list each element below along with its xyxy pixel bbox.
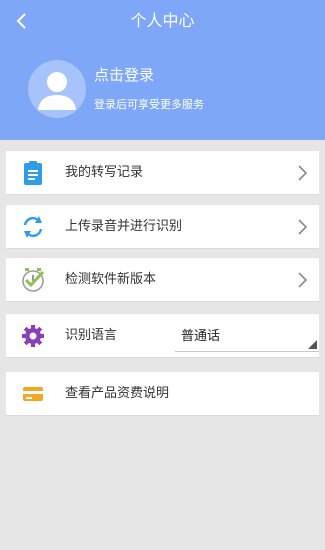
menu-item-records[interactable]: 我的转写记录 (6, 151, 319, 195)
user-avatar-icon[interactable] (28, 60, 86, 118)
login-link[interactable]: 点击登录 (94, 65, 154, 85)
chevron-right-icon (298, 219, 308, 235)
chevron-right-icon (298, 165, 308, 181)
menu-item-update[interactable]: 检测软件新版本 (6, 258, 319, 302)
clipboard-icon (24, 161, 42, 185)
header-bar: 个人中心 点击登录 登录后可享受更多服务 (0, 0, 325, 140)
menu-item-language-label: 识别语言 (65, 328, 118, 343)
dropdown-caret-icon (308, 340, 317, 349)
menu-item-pricing[interactable]: 查看产品资费说明 (6, 372, 319, 416)
refresh-icon (23, 216, 43, 238)
gear-icon (22, 325, 44, 347)
menu-item-records-label: 我的转写记录 (65, 165, 144, 180)
language-select[interactable]: 普通话 (175, 320, 319, 352)
card-icon (23, 387, 43, 401)
menu-item-upload[interactable]: 上传录音并进行识别 (6, 205, 319, 249)
clock-check-icon (22, 268, 45, 292)
login-subtitle: 登录后可享受更多服务 (94, 98, 204, 111)
menu-item-update-label: 检测软件新版本 (65, 272, 157, 287)
language-select-value: 普通话 (181, 329, 221, 344)
menu-item-pricing-label: 查看产品资费说明 (65, 386, 170, 401)
page-title: 个人中心 (130, 11, 195, 30)
menu-item-language: 识别语言 普通话 (6, 314, 319, 358)
chevron-right-icon (298, 272, 308, 288)
menu-item-upload-label: 上传录音并进行识别 (65, 219, 183, 234)
